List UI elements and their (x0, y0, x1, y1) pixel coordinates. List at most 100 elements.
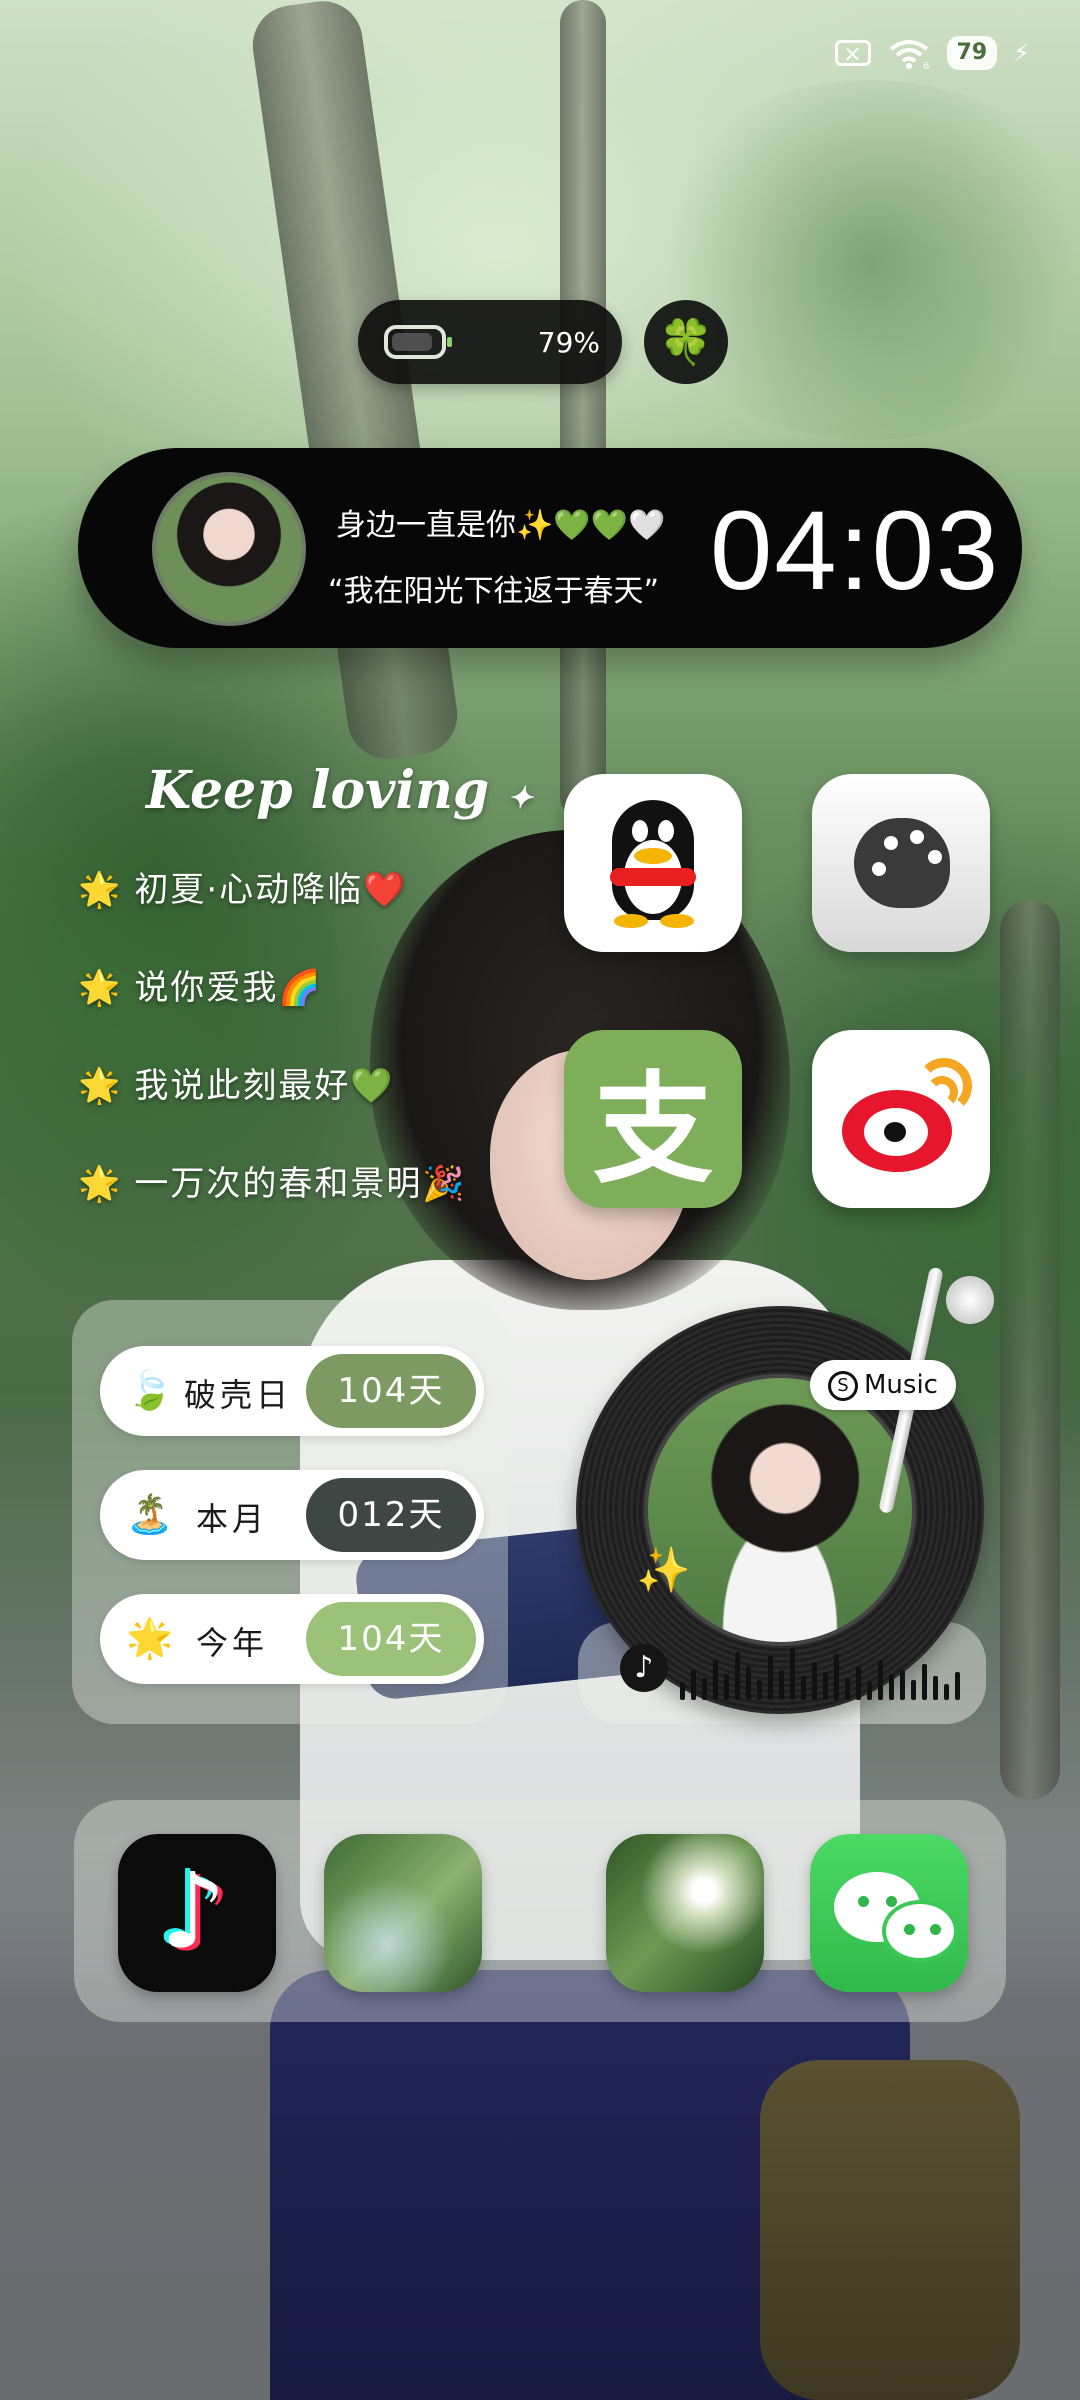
battery-level-badge: 79 (946, 36, 998, 70)
widget-caption-line1: 身边一直是你✨💚💚🤍 (336, 508, 666, 543)
music-badge[interactable]: S Music (810, 1360, 956, 1410)
weibo-app-icon[interactable] (812, 1030, 990, 1208)
tiktok-app-icon[interactable]: ♪ ♪ ♪ (118, 1834, 276, 1992)
waveform-bar (757, 1680, 762, 1700)
themes-app-icon[interactable] (812, 774, 990, 952)
wifi-icon: 6 (889, 40, 929, 69)
waveform-bar (724, 1674, 729, 1700)
waveform-bar (702, 1678, 707, 1700)
sparkle-icon: ✨ (636, 1545, 691, 1596)
message-line-4: 🌟 一万次的春和景明🎉 (78, 1156, 467, 1205)
battery-widget[interactable]: 79% (358, 300, 622, 384)
counter-label: 本月 (196, 1500, 269, 1538)
audio-waveform (680, 1644, 960, 1700)
charging-bolt-icon: ⚡ (1013, 39, 1030, 67)
widget-caption-line2: “我在阳光下往返于春天” (328, 574, 660, 609)
waveform-bar (922, 1664, 927, 1700)
wechat-dot (858, 1896, 869, 1907)
avatar (152, 472, 306, 626)
waveform-bar (735, 1652, 740, 1700)
counter-row-birthday: 🍃 破壳日 104天 (100, 1346, 484, 1436)
keep-loving-text: Keep loving (146, 760, 490, 821)
waveform-bar (867, 1682, 872, 1700)
clover-icon: 🍀 (658, 317, 714, 368)
counter-label: 今年 (196, 1624, 269, 1662)
message-line-3: 🌟 我说此刻最好💚 (78, 1058, 395, 1107)
waveform-bar (889, 1674, 894, 1700)
waveform-bar (900, 1670, 905, 1700)
qq-eye (632, 820, 648, 842)
waveform-bar (746, 1666, 751, 1700)
status-bar: × 6 79 ⚡ (834, 30, 1030, 76)
clock-time: 04:03 (710, 488, 1001, 613)
photo-widget-forest[interactable] (324, 1834, 482, 1992)
tonearm-knob (946, 1276, 994, 1324)
message-line-1: 🌟 初夏·心动降临❤️ (78, 862, 408, 911)
star-bullet-icon: 🌟 (78, 1066, 123, 1106)
counter-label: 破壳日 (184, 1376, 293, 1414)
waveform-bar (768, 1656, 773, 1700)
battery-percent: 79% (537, 325, 600, 359)
wechat-app-icon[interactable] (810, 1834, 968, 1992)
message-text: 我说此刻最好💚 (134, 1066, 395, 1106)
waveform-bar (801, 1676, 806, 1700)
waveform-bar (823, 1672, 828, 1700)
no-sim-icon: × (834, 40, 871, 67)
counter-value: 104天 (306, 1354, 476, 1428)
sparkle-star-icon: ✦ (507, 781, 533, 816)
day-counter-widget[interactable]: 🍃 破壳日 104天 🏝️ 本月 012天 🌟 今年 104天 (72, 1300, 508, 1724)
waveform-bar (713, 1660, 718, 1700)
waveform-bar (933, 1676, 938, 1700)
waveform-bar (812, 1662, 817, 1700)
counter-row-year: 🌟 今年 104天 (100, 1594, 484, 1684)
alipay-glyph-icon: 支 (593, 1061, 713, 1200)
waveform-bar (680, 1682, 685, 1700)
waveform-bar (955, 1672, 960, 1700)
waveform-bar (834, 1654, 839, 1700)
waveform-bar (790, 1648, 795, 1700)
star-bullet-icon: 🌟 (78, 968, 123, 1008)
photo-widget-sunlight[interactable] (606, 1834, 764, 1992)
waveform-bar (856, 1666, 861, 1700)
music-badge-label: Music (864, 1370, 938, 1400)
waveform-bar (691, 1670, 696, 1700)
tree-trunk-center (560, 0, 606, 820)
waveform-bar (779, 1670, 784, 1700)
clover-widget-button[interactable]: 🍀 (644, 300, 728, 384)
counter-value: 104天 (306, 1602, 476, 1676)
profile-clock-widget[interactable]: 身边一直是你✨💚💚🤍 “我在阳光下往返于春天” 04:03 (78, 448, 1022, 648)
tiktok-icon-front: ♪ (160, 1850, 227, 1972)
weibo-arc (926, 1076, 958, 1108)
album-art (644, 1374, 916, 1646)
wechat-dot (904, 1924, 915, 1935)
qq-scarf (610, 868, 696, 886)
qq-foot (614, 914, 648, 928)
qq-foot (660, 914, 694, 928)
palette-dot (884, 836, 898, 850)
wechat-bubble (882, 1900, 958, 1962)
battery-icon (384, 325, 452, 359)
waveform-bar (944, 1684, 949, 1700)
waveform-bar (845, 1678, 850, 1700)
palette-dot (910, 830, 924, 844)
qq-beak (634, 848, 672, 864)
island-icon: 🏝️ (126, 1492, 174, 1536)
star-bullet-icon: 🌟 (78, 870, 123, 910)
waveform-bar (878, 1660, 883, 1700)
alipay-app-icon[interactable]: 支 (564, 1030, 742, 1208)
leaf-icon: 🍃 (126, 1368, 174, 1412)
signal-suffix: 6 (923, 61, 929, 69)
music-app-icon: S (828, 1370, 858, 1401)
message-text: 一万次的春和景明🎉 (134, 1164, 467, 1204)
waveform-bar (911, 1680, 916, 1700)
message-line-2: 🌟 说你爱我🌈 (78, 960, 323, 1009)
person-bag (760, 2060, 1020, 2400)
counter-row-month: 🏝️ 本月 012天 (100, 1470, 484, 1560)
palette-dot (872, 862, 886, 876)
qq-app-icon[interactable] (564, 774, 742, 952)
qq-eye (658, 820, 674, 842)
star-icon: 🌟 (126, 1616, 174, 1660)
wechat-dot (886, 1896, 897, 1907)
music-note-icon[interactable]: ♪ (620, 1644, 668, 1692)
message-text: 初夏·心动降临❤️ (134, 870, 408, 910)
